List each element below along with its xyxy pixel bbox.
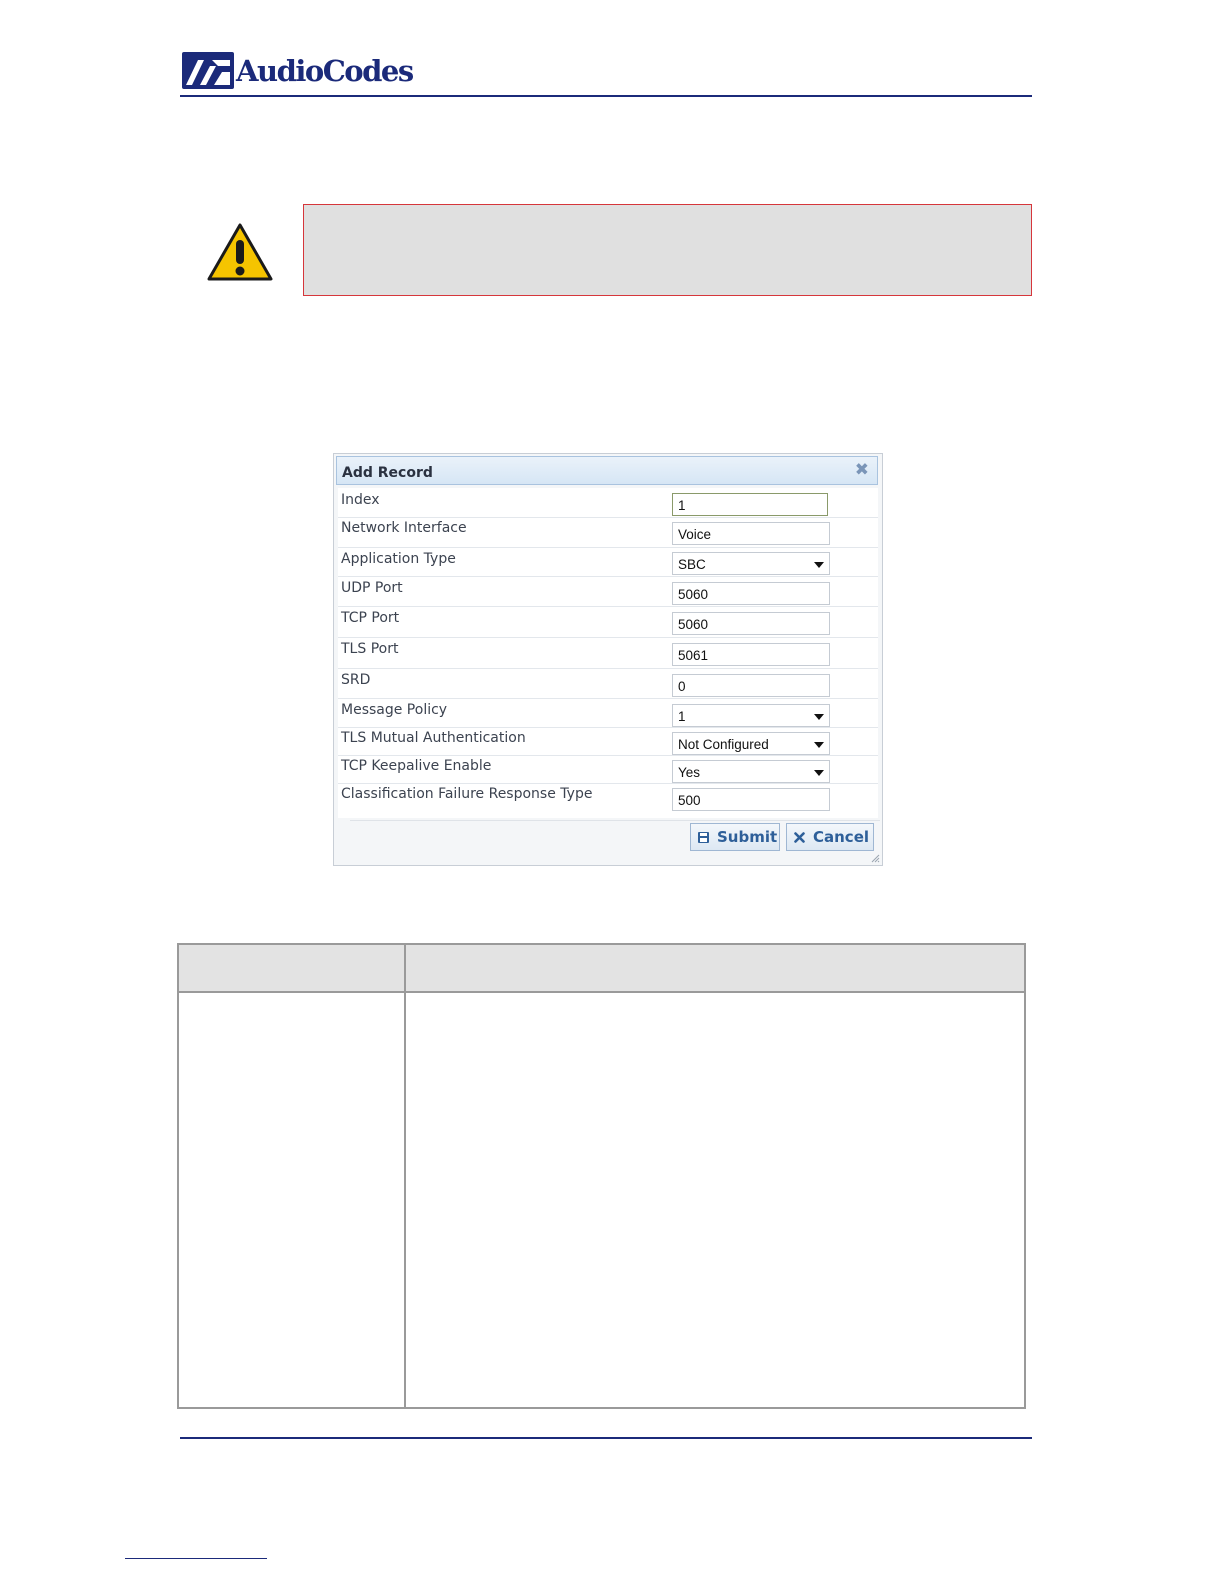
save-icon xyxy=(698,832,709,843)
chevron-down-icon xyxy=(814,562,824,568)
select-value: 1 xyxy=(678,709,686,724)
tls-mutual-authentication-select[interactable]: Not Configured xyxy=(672,732,830,755)
form-row-srd: SRD 0 xyxy=(338,669,878,699)
footer-rule xyxy=(180,1437,1032,1439)
warning-triangle-icon xyxy=(207,223,273,281)
submit-label: Submit xyxy=(717,828,778,846)
field-label: TCP Keepalive Enable xyxy=(341,758,492,774)
classification-failure-response-type-input[interactable]: 500 xyxy=(672,788,830,811)
dialog-title-bar: Add Record ✖ xyxy=(336,456,878,485)
field-label: Classification Failure Response Type xyxy=(341,786,593,802)
tls-port-input[interactable]: 5061 xyxy=(672,643,830,666)
form-row-message-policy: Message Policy 1 xyxy=(338,699,878,728)
index-input[interactable]: 1 xyxy=(672,493,828,516)
form-row-udp-port: UDP Port 5060 xyxy=(338,577,878,607)
x-icon xyxy=(794,832,805,843)
field-label: Message Policy xyxy=(341,702,448,718)
logo-text: AudioCodes xyxy=(236,54,414,88)
form-row-tls-mutual-authentication: TLS Mutual Authentication Not Configured xyxy=(338,728,878,756)
submit-button[interactable]: Submit xyxy=(690,823,780,851)
tcp-port-input[interactable]: 5060 xyxy=(672,612,830,635)
cancel-button[interactable]: Cancel xyxy=(786,823,874,851)
close-icon[interactable]: ✖ xyxy=(855,462,869,479)
form-row-network-interface: Network Interface Voice xyxy=(338,518,878,548)
form-row-tls-port: TLS Port 5061 xyxy=(338,638,878,669)
cancel-label: Cancel xyxy=(813,828,870,846)
add-record-dialog: Add Record ✖ Index 1 Network Interface V… xyxy=(333,453,883,866)
field-label: Network Interface xyxy=(341,520,467,536)
form-row-index: Index 1 xyxy=(338,488,878,518)
network-interface-input[interactable]: Voice xyxy=(672,522,830,545)
table-column-divider xyxy=(404,945,406,1407)
application-type-select[interactable]: SBC xyxy=(672,552,830,575)
field-label: TLS Mutual Authentication xyxy=(341,730,526,746)
field-label: TCP Port xyxy=(341,610,400,626)
footnote-rule xyxy=(125,1558,267,1559)
resize-grip-icon[interactable] xyxy=(871,854,880,863)
chevron-down-icon xyxy=(814,742,824,748)
form-body: Index 1 Network Interface Voice Applicat… xyxy=(338,488,878,818)
form-row-application-type: Application Type SBC xyxy=(338,548,878,577)
form-row-tcp-port: TCP Port 5060 xyxy=(338,607,878,638)
field-label: UDP Port xyxy=(341,580,403,596)
message-policy-select[interactable]: 1 xyxy=(672,704,830,727)
dialog-footer: Submit Cancel xyxy=(350,820,880,859)
chevron-down-icon xyxy=(814,770,824,776)
tcp-keepalive-enable-select[interactable]: Yes xyxy=(672,760,830,783)
udp-port-input[interactable]: 5060 xyxy=(672,582,830,605)
select-value: SBC xyxy=(678,557,706,572)
note-box xyxy=(303,204,1032,296)
select-value: Not Configured xyxy=(678,737,769,752)
field-label: TLS Port xyxy=(341,641,399,657)
audiocodes-logo-icon xyxy=(182,52,234,89)
select-value: Yes xyxy=(678,765,701,780)
audiocodes-logo: AudioCodes xyxy=(182,52,422,92)
chevron-down-icon xyxy=(814,714,824,720)
parameter-table xyxy=(177,943,1026,1409)
field-label: Index xyxy=(341,492,380,508)
header-rule xyxy=(180,95,1032,97)
field-label: Application Type xyxy=(341,551,456,567)
form-row-tcp-keepalive-enable: TCP Keepalive Enable Yes xyxy=(338,756,878,784)
form-row-classification-failure-response-type: Classification Failure Response Type 500 xyxy=(338,784,878,814)
table-header-row xyxy=(179,945,1024,993)
field-label: SRD xyxy=(341,672,371,688)
dialog-title: Add Record xyxy=(342,465,433,481)
srd-input[interactable]: 0 xyxy=(672,674,830,697)
